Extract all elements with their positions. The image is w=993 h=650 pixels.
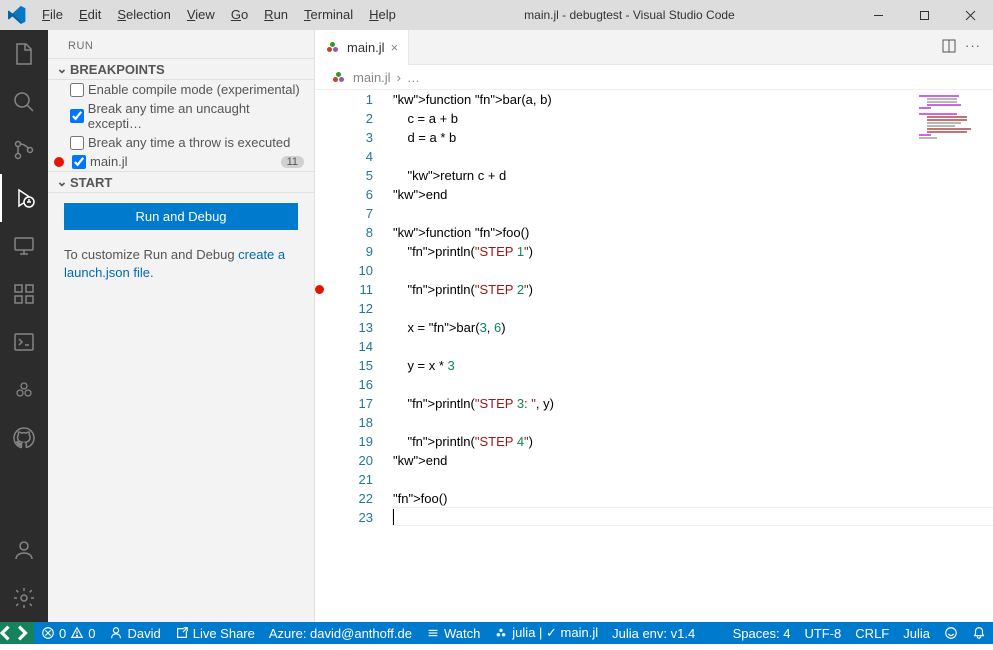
start-section-header[interactable]: ⌄ START	[48, 171, 314, 193]
status-eol[interactable]: CRLF	[848, 622, 896, 644]
activity-run-debug[interactable]	[0, 174, 48, 222]
menu-run[interactable]: Run	[256, 0, 296, 30]
run-sidebar: RUN ⌄ BREAKPOINTS Enable compile mode (e…	[48, 30, 315, 622]
more-actions-icon[interactable]: ···	[965, 38, 981, 57]
status-user-label: David	[127, 626, 160, 641]
section-label: START	[70, 175, 112, 190]
tab-main-jl[interactable]: main.jl ×	[315, 30, 409, 65]
remote-status-icon[interactable]	[0, 622, 34, 644]
status-lang[interactable]: Julia	[896, 622, 937, 644]
titlebar[interactable]: File Edit Selection View Go Run Terminal…	[0, 0, 993, 30]
bp-throw[interactable]: Break any time a throw is executed	[48, 133, 314, 152]
bp-label: Break any time a throw is executed	[88, 135, 290, 150]
julia-file-icon	[325, 39, 341, 55]
bp-uncaught-checkbox[interactable]	[70, 109, 84, 123]
chevron-down-icon: ⌄	[54, 61, 70, 77]
breadcrumb[interactable]: main.jl › …	[315, 65, 993, 90]
bp-label: Enable compile mode (experimental)	[88, 82, 300, 97]
customize-pre: To customize Run and Debug	[64, 247, 238, 262]
bp-compile-mode[interactable]: Enable compile mode (experimental)	[48, 80, 314, 99]
status-env-label: Julia env: v1.4	[612, 626, 695, 641]
window-controls	[855, 0, 993, 30]
main-area: RUN ⌄ BREAKPOINTS Enable compile mode (e…	[0, 30, 993, 622]
status-liveshare[interactable]: Live Share	[168, 622, 262, 644]
customize-post: .	[150, 265, 154, 280]
menu-go[interactable]: Go	[223, 0, 256, 30]
minimap[interactable]	[919, 95, 979, 175]
breakpoints-section-header[interactable]: ⌄ BREAKPOINTS	[48, 58, 314, 80]
window-title: main.jl - debugtest - Visual Studio Code	[404, 8, 855, 22]
activity-github[interactable]	[0, 414, 48, 462]
status-watch[interactable]: Watch	[419, 622, 487, 644]
status-azure-label: Azure: david@anthoff.de	[269, 626, 412, 641]
status-watch-label: Watch	[444, 626, 480, 641]
chevron-right-icon: ›	[397, 70, 401, 85]
menu-selection[interactable]: Selection	[109, 0, 178, 30]
activity-scm[interactable]	[0, 126, 48, 174]
line-numbers: 1234 5678 9101112 13141516 17181920 2122…	[333, 90, 393, 622]
activity-julia[interactable]	[0, 366, 48, 414]
editor-area: main.jl × ··· main.jl › … 1234 5678 9101…	[315, 30, 993, 622]
status-bar: 0 0 David Live Share Azure: david@anthof…	[0, 622, 993, 644]
status-spaces[interactable]: Spaces: 4	[726, 622, 798, 644]
bp-file-label: main.jl	[90, 154, 128, 169]
close-button[interactable]	[947, 0, 993, 30]
status-user[interactable]: David	[102, 622, 167, 644]
activity-bar	[0, 30, 48, 622]
julia-file-icon	[331, 69, 347, 85]
menu-terminal[interactable]: Terminal	[296, 0, 361, 30]
status-julia-label: julia | ✓ main.jl	[512, 625, 598, 641]
activity-explorer[interactable]	[0, 30, 48, 78]
tab-close-icon[interactable]: ×	[391, 40, 399, 55]
menu-edit[interactable]: Edit	[71, 0, 109, 30]
menu-bar: File Edit Selection View Go Run Terminal…	[34, 0, 404, 30]
status-azure[interactable]: Azure: david@anthoff.de	[262, 622, 419, 644]
maximize-button[interactable]	[901, 0, 947, 30]
bp-compile-checkbox[interactable]	[70, 83, 84, 97]
bp-file-item[interactable]: main.jl 11	[48, 152, 314, 171]
bp-file-checkbox[interactable]	[72, 155, 86, 169]
run-and-debug-button[interactable]: Run and Debug	[64, 203, 298, 230]
status-bell-icon[interactable]	[965, 622, 993, 644]
status-warnings: 0	[88, 626, 95, 641]
bp-throw-checkbox[interactable]	[70, 136, 84, 150]
status-encoding[interactable]: UTF-8	[797, 622, 848, 644]
bp-label: Break any time an uncaught excepti…	[88, 101, 304, 131]
breadcrumb-file[interactable]: main.jl	[353, 70, 391, 85]
breakpoint-dot-icon	[54, 157, 64, 167]
chevron-down-icon: ⌄	[54, 174, 70, 190]
activity-extensions[interactable]	[0, 270, 48, 318]
status-liveshare-label: Live Share	[193, 626, 255, 641]
bp-line-badge: 11	[281, 156, 304, 168]
status-env[interactable]: Julia env: v1.4	[605, 622, 702, 644]
status-errors: 0	[59, 626, 66, 641]
code-content[interactable]: "kw">function "fn">bar(a, b) c = a + b d…	[393, 90, 993, 622]
code-editor[interactable]: 1234 5678 9101112 13141516 17181920 2122…	[315, 90, 993, 622]
breakpoint-glyph-icon[interactable]	[315, 285, 324, 294]
activity-search[interactable]	[0, 78, 48, 126]
status-julia[interactable]: julia | ✓ main.jl	[487, 622, 605, 644]
sidebar-title: RUN	[48, 30, 314, 58]
menu-file[interactable]: File	[34, 0, 71, 30]
split-editor-icon[interactable]	[941, 38, 957, 57]
breadcrumb-rest[interactable]: …	[407, 70, 420, 85]
vscode-app-icon	[0, 0, 34, 30]
tab-label: main.jl	[347, 40, 385, 55]
activity-remote[interactable]	[0, 222, 48, 270]
bp-uncaught[interactable]: Break any time an uncaught excepti…	[48, 99, 314, 133]
editor-tabs: main.jl × ···	[315, 30, 993, 65]
activity-terminal[interactable]	[0, 318, 48, 366]
customize-text: To customize Run and Debug create a laun…	[48, 240, 314, 288]
activity-accounts[interactable]	[0, 526, 48, 574]
section-label: BREAKPOINTS	[70, 62, 165, 77]
status-feedback-icon[interactable]	[937, 622, 965, 644]
menu-view[interactable]: View	[179, 0, 223, 30]
menu-help[interactable]: Help	[361, 0, 404, 30]
activity-settings[interactable]	[0, 574, 48, 622]
glyph-margin[interactable]	[315, 90, 333, 622]
status-problems[interactable]: 0 0	[34, 622, 102, 644]
minimize-button[interactable]	[855, 0, 901, 30]
